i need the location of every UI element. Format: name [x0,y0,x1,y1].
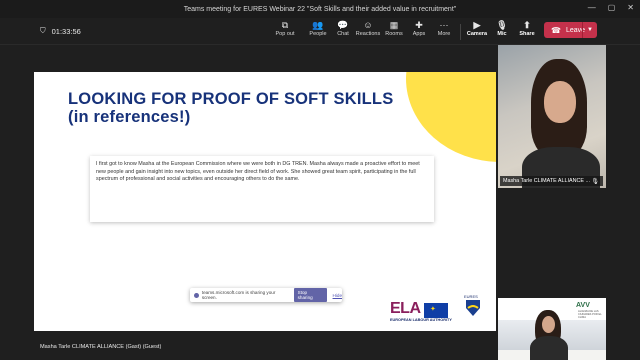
sharing-indicator-icon [194,292,199,298]
participant-video-tile[interactable] [498,45,606,188]
self-view-tile[interactable]: AVV ALIANZA DE LAS CIUDADES POR EL CLIMA [498,298,606,360]
camera-icon: ▶ [473,20,481,30]
avv-logo-subtitle: ALIANZA DE LAS CIUDADES POR EL CLIMA [578,310,602,319]
ela-logo-subtitle: EUROPEAN LABOUR AUTHORITY [390,318,452,322]
self-body [530,336,568,360]
reference-quote: I first got to know Masha at the Europea… [90,156,434,222]
yellow-accent-shape [406,72,496,162]
chevron-down-icon[interactable]: ▼ [582,22,597,38]
rooms-icon: ▦ [389,20,399,30]
mic-icon: 🎙 [496,20,508,30]
window-title: Teams meeting for EURES Webinar 22 "Soft… [183,5,457,13]
window-controls: — ▢ ✕ [588,3,634,12]
call-timer: ⛉ 01:33:56 [40,26,81,36]
toolbar-divider [460,24,461,40]
ela-logo: ELA [390,300,421,317]
eures-logo-icon [466,300,480,316]
reactions-icon: ☺ [363,20,373,30]
share-button[interactable]: ⬆ Share [512,20,542,42]
timer-text: 01:33:56 [51,26,81,36]
apps-icon: ✚ [415,20,423,30]
avv-logo: AVV [576,302,590,309]
shield-icon: ⛉ [40,26,46,35]
sharing-text: teams.microsoft.com is sharing your scre… [201,290,276,300]
close-button[interactable]: ✕ [627,3,634,12]
window-title-bar: Teams meeting for EURES Webinar 22 "Soft… [0,0,640,18]
presenter-name-label: Masha Tarle CLIMATE ALLIANCE (Gast) (Gue… [40,344,162,350]
hide-link[interactable]: Hide [333,293,342,298]
more-button[interactable]: ··· More [429,20,459,42]
shared-screen: LOOKING FOR PROOF OF SOFT SKILLS (in ref… [34,72,496,331]
mic-icon: 🎙 [591,178,599,185]
maximize-button[interactable]: ▢ [608,3,616,12]
self-face [542,316,555,333]
eu-flag-icon: ✦ [424,303,448,318]
phone-icon: ☎ [551,25,561,35]
stop-sharing-button[interactable]: Stop sharing [293,288,327,302]
slide-title: LOOKING FOR PROOF OF SOFT SKILLS (in ref… [68,90,394,126]
participant-face [544,81,576,123]
minimize-button[interactable]: — [588,3,596,12]
meeting-toolbar: ⛉ 01:33:56 ⧉ Pop out 👥 People 💬 Chat ☺ R… [0,18,640,45]
leave-button[interactable]: ☎ Leave ▼ [544,22,597,38]
participant-name-label: Masha Tarle CLIMATE ALLIANCE ... 🎙 [500,176,603,186]
pop-out-button[interactable]: ⧉ Pop out [270,20,300,42]
chat-icon: 💬 [337,20,349,30]
more-icon: ··· [439,20,449,30]
screen-sharing-bar: teams.microsoft.com is sharing your scre… [190,288,342,302]
people-icon: 👥 [312,20,324,30]
pop-out-icon: ⧉ [281,20,289,30]
share-icon: ⬆ [523,20,531,30]
